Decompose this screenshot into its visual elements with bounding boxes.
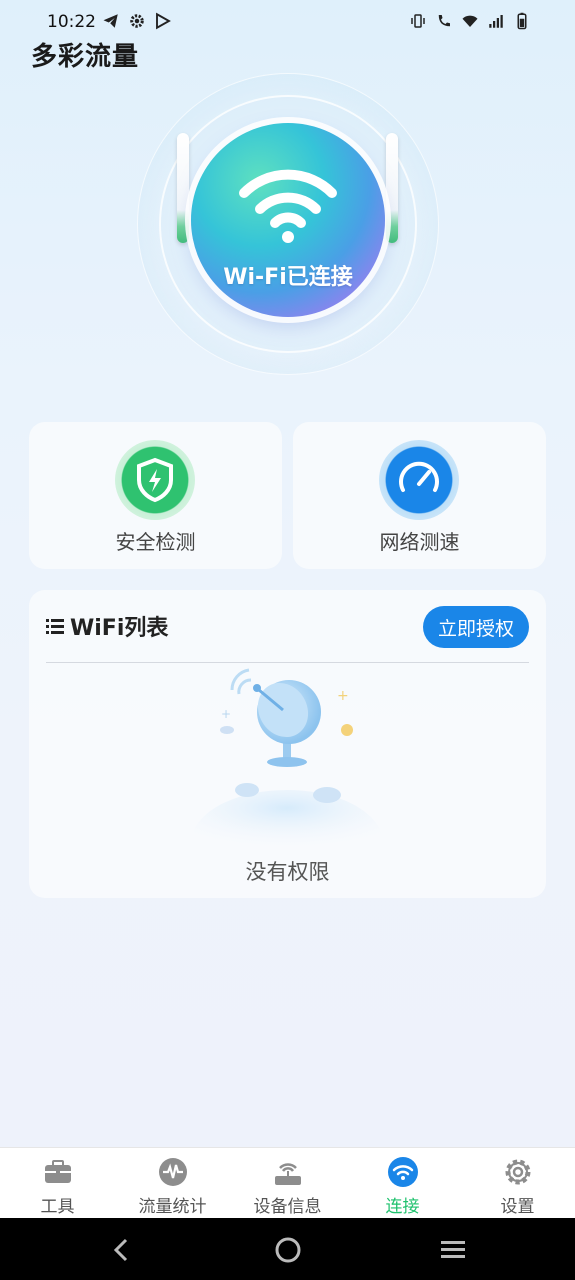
gear-icon	[128, 12, 146, 30]
security-check-label: 安全检测	[115, 530, 196, 554]
wifi-icon	[387, 1157, 418, 1187]
antenna-right	[386, 133, 398, 243]
nav-item-tools[interactable]: 工具	[0, 1148, 115, 1218]
system-nav-bar	[0, 1218, 575, 1280]
home-icon[interactable]	[274, 1236, 302, 1264]
bottom-nav: 工具 流量统计 设备信息 连接 设置	[0, 1147, 575, 1218]
wifi-status-label: Wi-Fi已连接	[223, 265, 353, 290]
signal-icon	[487, 12, 505, 30]
recents-icon[interactable]	[439, 1236, 467, 1264]
back-icon[interactable]	[108, 1236, 136, 1264]
satellite-dish-illustration: + +	[189, 668, 385, 850]
speed-test-label: 网络测速	[379, 530, 460, 554]
gear-icon	[505, 1159, 530, 1185]
wifi-status-icon	[461, 12, 479, 30]
empty-state-text: 没有权限	[245, 860, 330, 884]
wifi-status-hero[interactable]: Wi-Fi已连接	[137, 73, 439, 375]
svg-text:+: +	[221, 707, 231, 721]
telegram-icon	[102, 12, 120, 30]
wifi-list-header: WiFi列表	[46, 610, 168, 642]
wifi-list-title: WiFi列表	[70, 616, 169, 641]
toolbox-icon	[44, 1160, 71, 1183]
shield-bolt-icon	[115, 440, 195, 520]
nav-label-traffic-stats: 流量统计	[138, 1197, 207, 1217]
pulse-icon	[158, 1158, 187, 1186]
wifi-icon	[239, 169, 337, 243]
nav-label-settings: 设置	[500, 1197, 535, 1217]
antenna-left	[177, 133, 189, 243]
nav-label-connect: 连接	[385, 1197, 420, 1217]
vibrate-icon	[409, 12, 427, 30]
router-icon	[274, 1163, 301, 1185]
authorize-button[interactable]: 立即授权	[423, 606, 529, 648]
nav-item-connect[interactable]: 连接	[345, 1148, 460, 1218]
nav-label-tools: 工具	[40, 1197, 75, 1217]
nav-item-traffic-stats[interactable]: 流量统计	[115, 1148, 230, 1218]
nav-item-settings[interactable]: 设置	[460, 1148, 575, 1218]
svg-text:+: +	[337, 688, 349, 704]
speed-test-card[interactable]: 网络测速	[293, 422, 546, 569]
nav-item-device-info[interactable]: 设备信息	[230, 1148, 345, 1218]
list-icon	[46, 619, 64, 634]
speedometer-icon	[379, 440, 459, 520]
status-time: 10:22	[47, 12, 96, 32]
battery-icon	[513, 12, 531, 30]
security-check-card[interactable]: 安全检测	[29, 422, 282, 569]
wifi-list-card: WiFi列表 立即授权 + + 没有权限	[29, 590, 546, 898]
wifi-orb[interactable]: Wi-Fi已连接	[191, 123, 385, 317]
play-store-icon	[154, 12, 172, 30]
nav-label-device-info: 设备信息	[253, 1197, 322, 1217]
app-title: 多彩流量	[31, 42, 140, 72]
call-wifi-icon	[435, 12, 453, 30]
